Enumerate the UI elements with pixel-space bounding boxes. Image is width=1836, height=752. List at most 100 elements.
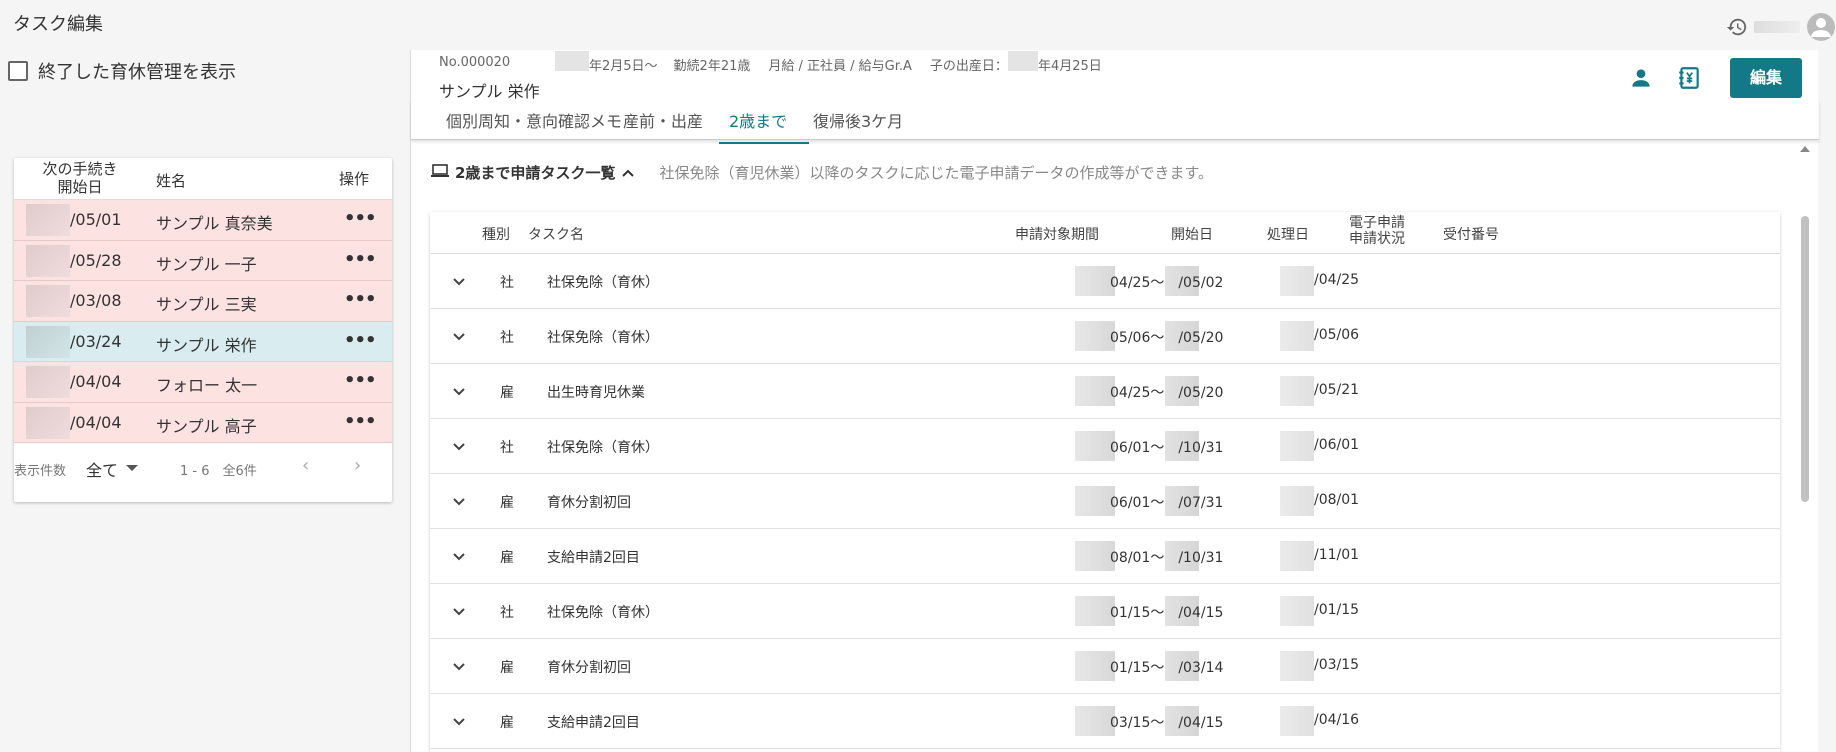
show-finished-checkbox[interactable] [8,61,28,81]
chevron-up-icon[interactable] [621,163,635,182]
per-page-select[interactable]: 全て [86,457,118,481]
payroll-book-icon[interactable] [1676,65,1702,95]
task-table-header: 種別 タスク名 申請対象期間 開始日 処理日 電子申請 申請状況 受付番号 [430,212,1780,254]
task-kind: 雇 [500,385,514,401]
task-start-date: /05/21 [1314,382,1360,398]
col-receipt-number: 受付番号 [1443,227,1499,243]
redacted-year [1280,706,1314,736]
task-kind: 雇 [500,495,514,511]
chevron-down-icon[interactable] [126,465,138,471]
task-row[interactable]: 社 社保免除（育休） 05/06〜 /05/20/05/06 [430,309,1780,364]
chevron-down-icon[interactable] [450,327,468,345]
chevron-down-icon[interactable] [450,657,468,675]
more-options-icon[interactable]: ••• [344,249,377,270]
birth-date: 年4月25日 [1037,59,1102,74]
prev-page-icon[interactable]: ‹ [302,455,309,476]
employee-row[interactable]: /04/04 サンプル 高子 ••• [14,402,392,443]
more-options-icon[interactable]: ••• [344,208,377,229]
redacted-year [1075,596,1115,626]
more-options-icon[interactable]: ••• [344,370,377,391]
task-name: 支給申請2回目 [547,715,640,731]
redacted-year [1075,706,1115,736]
employee-row[interactable]: /05/28 サンプル 一子 ••• [14,240,392,281]
employee-name: サンプル 高子 [156,416,257,436]
redacted-era [555,51,589,71]
task-kind: 雇 [500,660,514,676]
next-page-icon[interactable]: › [354,455,361,476]
employee-info-line: No.000020 年2月5日〜 勤続2年21歳 月給 / 正社員 / 給与Gr… [439,51,1102,74]
tab-notice-memo[interactable]: 個別周知・意向確認メモ [446,108,622,142]
redacted-year [1280,596,1314,626]
redacted-year [26,325,70,358]
chevron-down-icon[interactable] [450,437,468,455]
task-start-date: /05/06 [1314,327,1360,343]
scroll-thumb[interactable] [1801,216,1809,502]
tab-prenatal-birth[interactable]: 産前・出産 [623,108,703,142]
task-period: 01/15〜 /03/14 [1110,660,1224,676]
show-finished-label: 終了した育休管理を表示 [38,62,236,83]
employee-row-selected[interactable]: /03/24 サンプル 栄作 ••• [14,321,392,362]
employee-name-title: サンプル 栄作 [439,82,540,101]
task-period: 04/25〜 /05/20 [1110,385,1224,401]
col-ops: 操作 [339,170,370,188]
task-row[interactable]: 雇 支給申請2回目 08/01〜 /10/31/11/01 [430,529,1780,584]
show-finished-toggle[interactable]: 終了した育休管理を表示 [8,58,236,84]
task-start-date: /08/01 [1314,492,1360,508]
more-options-icon[interactable]: ••• [344,330,377,351]
task-row[interactable]: 社 社保免除（育休） 01/15〜 /04/15/01/15 [430,584,1780,639]
chevron-down-icon[interactable] [450,492,468,510]
employee-table-header: 次の手続き 開始日 姓名 操作 [14,158,392,200]
task-row[interactable]: 雇 育休分割初回 01/15〜 /03/14/03/15 [430,639,1780,694]
task-period: 01/15〜 /04/15 [1110,605,1224,621]
employee-list-panel: 終了した育休管理を表示 次の手続き 開始日 姓名 操作 /05/01 サンプル … [0,44,410,752]
task-start-date: /04/25 [1314,272,1360,288]
top-bar: タスク編集 [0,0,1836,44]
task-name: 社保免除（育休） [547,440,659,456]
task-period: 06/01〜 /07/31 [1110,495,1224,511]
main-panel: No.000020 年2月5日〜 勤続2年21歳 月給 / 正社員 / 給与Gr… [410,50,1819,752]
more-options-icon[interactable]: ••• [344,411,377,432]
more-options-icon[interactable]: ••• [344,289,377,310]
task-name: 社保免除（育休） [547,605,659,621]
per-page-label: 表示件数 [14,464,67,479]
redacted-year [1280,541,1314,571]
tab-after-return-3-months[interactable]: 復帰後3ケ月 [813,108,903,142]
redacted-year [1075,431,1115,461]
task-kind: 社 [500,440,514,456]
top-right-area [1726,12,1836,42]
task-row[interactable]: 社 社保免除（育休） 04/25〜 /05/02/04/25 [430,254,1780,309]
tab-until-2-years[interactable]: 2歳まで [719,108,810,144]
task-name: 社保免除（育休） [547,330,659,346]
section-header[interactable]: 2歳まで申請タスク一覧 社保免除（育児休業）以降のタスクに応じた電子申請データの… [431,162,1213,183]
person-icon[interactable] [1628,65,1654,95]
scroll-up-icon[interactable] [1800,146,1810,152]
task-name: 育休分割初回 [547,495,631,511]
task-row[interactable]: 雇 支給申請2回目 03/15〜 /04/15/04/16 [430,694,1780,749]
chevron-down-icon[interactable] [450,547,468,565]
chevron-down-icon[interactable] [450,712,468,730]
task-name: 支給申請2回目 [547,550,640,566]
employee-row[interactable]: /03/08 サンプル 三実 ••• [14,281,392,322]
redacted-year [1075,266,1115,296]
chevron-down-icon[interactable] [450,272,468,290]
task-row[interactable]: 社 社保免除（育休） 06/01〜 /10/31/06/01 [430,419,1780,474]
col-start-date: 開始日 [1171,227,1213,243]
task-table: 種別 タスク名 申請対象期間 開始日 処理日 電子申請 申請状況 受付番号 社社… [430,212,1780,752]
history-icon[interactable] [1726,16,1748,38]
task-start-date: /04/16 [1314,712,1360,728]
chevron-down-icon[interactable] [450,602,468,620]
employee-row[interactable]: /05/01 サンプル 真奈美 ••• [14,200,392,241]
task-row[interactable]: 雇 出生時育児休業 04/25〜 /05/20/05/21 [430,364,1780,419]
avatar-icon[interactable] [1806,12,1836,42]
col-name[interactable]: 姓名 [156,170,186,191]
laptop-icon [431,163,449,182]
redacted-year [1075,486,1115,516]
task-row[interactable]: 雇 育休分割初回 06/01〜 /07/31/08/01 [430,474,1780,529]
col-next-start[interactable]: 次の手続き 開始日 [40,160,120,196]
edit-button[interactable]: 編集 [1730,58,1802,98]
chevron-down-icon[interactable] [450,382,468,400]
employee-row[interactable]: /04/04 フォロー 太一 ••• [14,362,392,403]
task-period: 08/01〜 /10/31 [1110,550,1224,566]
employee-table: 次の手続き 開始日 姓名 操作 /05/01 サンプル 真奈美 ••• /05/… [14,158,392,502]
scrollbar[interactable] [1800,146,1810,752]
